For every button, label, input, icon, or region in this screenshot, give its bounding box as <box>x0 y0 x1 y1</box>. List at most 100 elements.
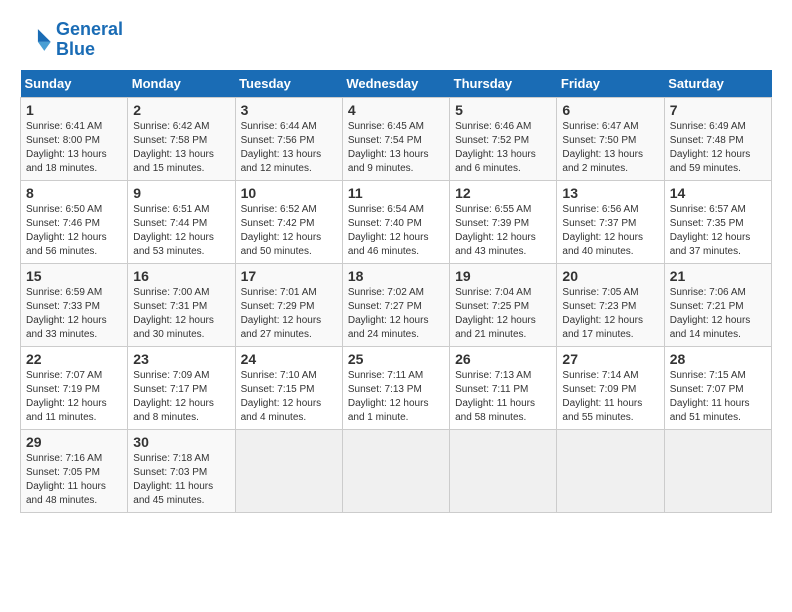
day-info: Sunrise: 6:45 AMSunset: 7:54 PMDaylight:… <box>348 120 444 176</box>
day-info: Sunrise: 7:13 AMSunset: 7:11 PMDaylight:… <box>455 369 551 425</box>
calendar-cell: 7 Sunrise: 6:49 AMSunset: 7:48 PMDayligh… <box>664 97 771 180</box>
calendar-cell: 20 Sunrise: 7:05 AMSunset: 7:23 PMDaylig… <box>557 263 664 346</box>
calendar-cell: 11 Sunrise: 6:54 AMSunset: 7:40 PMDaylig… <box>342 180 449 263</box>
calendar-cell <box>450 429 557 512</box>
day-info: Sunrise: 7:14 AMSunset: 7:09 PMDaylight:… <box>562 369 658 425</box>
day-number: 3 <box>241 102 337 118</box>
day-info: Sunrise: 7:04 AMSunset: 7:25 PMDaylight:… <box>455 286 551 342</box>
day-number: 12 <box>455 185 551 201</box>
day-info: Sunrise: 6:54 AMSunset: 7:40 PMDaylight:… <box>348 203 444 259</box>
calendar-cell: 14 Sunrise: 6:57 AMSunset: 7:35 PMDaylig… <box>664 180 771 263</box>
calendar-week-3: 22 Sunrise: 7:07 AMSunset: 7:19 PMDaylig… <box>21 346 772 429</box>
day-number: 18 <box>348 268 444 284</box>
day-info: Sunrise: 6:47 AMSunset: 7:50 PMDaylight:… <box>562 120 658 176</box>
day-info: Sunrise: 7:06 AMSunset: 7:21 PMDaylight:… <box>670 286 766 342</box>
day-number: 26 <box>455 351 551 367</box>
calendar-body: 1 Sunrise: 6:41 AMSunset: 8:00 PMDayligh… <box>21 97 772 512</box>
calendar-cell: 4 Sunrise: 6:45 AMSunset: 7:54 PMDayligh… <box>342 97 449 180</box>
day-info: Sunrise: 7:05 AMSunset: 7:23 PMDaylight:… <box>562 286 658 342</box>
calendar-cell: 16 Sunrise: 7:00 AMSunset: 7:31 PMDaylig… <box>128 263 235 346</box>
day-number: 8 <box>26 185 122 201</box>
day-number: 15 <box>26 268 122 284</box>
calendar-cell <box>235 429 342 512</box>
calendar-cell: 28 Sunrise: 7:15 AMSunset: 7:07 PMDaylig… <box>664 346 771 429</box>
day-info: Sunrise: 7:15 AMSunset: 7:07 PMDaylight:… <box>670 369 766 425</box>
day-info: Sunrise: 6:46 AMSunset: 7:52 PMDaylight:… <box>455 120 551 176</box>
day-number: 29 <box>26 434 122 450</box>
calendar-cell: 23 Sunrise: 7:09 AMSunset: 7:17 PMDaylig… <box>128 346 235 429</box>
day-info: Sunrise: 7:16 AMSunset: 7:05 PMDaylight:… <box>26 452 122 508</box>
weekday-header-sunday: Sunday <box>21 70 128 98</box>
day-info: Sunrise: 7:09 AMSunset: 7:17 PMDaylight:… <box>133 369 229 425</box>
weekday-header-saturday: Saturday <box>664 70 771 98</box>
day-number: 16 <box>133 268 229 284</box>
day-info: Sunrise: 6:50 AMSunset: 7:46 PMDaylight:… <box>26 203 122 259</box>
calendar-week-0: 1 Sunrise: 6:41 AMSunset: 8:00 PMDayligh… <box>21 97 772 180</box>
calendar-cell <box>557 429 664 512</box>
calendar-cell: 6 Sunrise: 6:47 AMSunset: 7:50 PMDayligh… <box>557 97 664 180</box>
day-number: 21 <box>670 268 766 284</box>
calendar-cell: 19 Sunrise: 7:04 AMSunset: 7:25 PMDaylig… <box>450 263 557 346</box>
calendar-header: SundayMondayTuesdayWednesdayThursdayFrid… <box>21 70 772 98</box>
calendar-cell: 8 Sunrise: 6:50 AMSunset: 7:46 PMDayligh… <box>21 180 128 263</box>
day-number: 30 <box>133 434 229 450</box>
day-info: Sunrise: 7:07 AMSunset: 7:19 PMDaylight:… <box>26 369 122 425</box>
calendar-cell: 24 Sunrise: 7:10 AMSunset: 7:15 PMDaylig… <box>235 346 342 429</box>
calendar-cell: 18 Sunrise: 7:02 AMSunset: 7:27 PMDaylig… <box>342 263 449 346</box>
day-number: 28 <box>670 351 766 367</box>
day-number: 6 <box>562 102 658 118</box>
calendar-table: SundayMondayTuesdayWednesdayThursdayFrid… <box>20 70 772 513</box>
day-info: Sunrise: 7:11 AMSunset: 7:13 PMDaylight:… <box>348 369 444 425</box>
logo-icon <box>20 24 52 56</box>
calendar-cell: 3 Sunrise: 6:44 AMSunset: 7:56 PMDayligh… <box>235 97 342 180</box>
weekday-header-friday: Friday <box>557 70 664 98</box>
day-number: 22 <box>26 351 122 367</box>
day-number: 13 <box>562 185 658 201</box>
calendar-cell: 13 Sunrise: 6:56 AMSunset: 7:37 PMDaylig… <box>557 180 664 263</box>
calendar-cell: 9 Sunrise: 6:51 AMSunset: 7:44 PMDayligh… <box>128 180 235 263</box>
day-number: 20 <box>562 268 658 284</box>
calendar-cell: 29 Sunrise: 7:16 AMSunset: 7:05 PMDaylig… <box>21 429 128 512</box>
logo: General Blue <box>20 20 123 60</box>
calendar-cell: 26 Sunrise: 7:13 AMSunset: 7:11 PMDaylig… <box>450 346 557 429</box>
calendar-cell: 10 Sunrise: 6:52 AMSunset: 7:42 PMDaylig… <box>235 180 342 263</box>
day-number: 23 <box>133 351 229 367</box>
page-header: General Blue <box>20 20 772 60</box>
calendar-week-4: 29 Sunrise: 7:16 AMSunset: 7:05 PMDaylig… <box>21 429 772 512</box>
calendar-cell: 27 Sunrise: 7:14 AMSunset: 7:09 PMDaylig… <box>557 346 664 429</box>
day-info: Sunrise: 6:56 AMSunset: 7:37 PMDaylight:… <box>562 203 658 259</box>
calendar-cell: 21 Sunrise: 7:06 AMSunset: 7:21 PMDaylig… <box>664 263 771 346</box>
day-number: 7 <box>670 102 766 118</box>
weekday-header-tuesday: Tuesday <box>235 70 342 98</box>
day-info: Sunrise: 7:01 AMSunset: 7:29 PMDaylight:… <box>241 286 337 342</box>
day-number: 2 <box>133 102 229 118</box>
calendar-cell: 15 Sunrise: 6:59 AMSunset: 7:33 PMDaylig… <box>21 263 128 346</box>
day-info: Sunrise: 6:59 AMSunset: 7:33 PMDaylight:… <box>26 286 122 342</box>
day-info: Sunrise: 6:51 AMSunset: 7:44 PMDaylight:… <box>133 203 229 259</box>
day-number: 5 <box>455 102 551 118</box>
day-number: 11 <box>348 185 444 201</box>
day-number: 4 <box>348 102 444 118</box>
day-number: 14 <box>670 185 766 201</box>
day-number: 25 <box>348 351 444 367</box>
day-number: 24 <box>241 351 337 367</box>
calendar-cell: 30 Sunrise: 7:18 AMSunset: 7:03 PMDaylig… <box>128 429 235 512</box>
day-info: Sunrise: 7:18 AMSunset: 7:03 PMDaylight:… <box>133 452 229 508</box>
calendar-cell <box>342 429 449 512</box>
day-info: Sunrise: 7:02 AMSunset: 7:27 PMDaylight:… <box>348 286 444 342</box>
calendar-cell <box>664 429 771 512</box>
day-number: 10 <box>241 185 337 201</box>
day-info: Sunrise: 6:57 AMSunset: 7:35 PMDaylight:… <box>670 203 766 259</box>
calendar-cell: 17 Sunrise: 7:01 AMSunset: 7:29 PMDaylig… <box>235 263 342 346</box>
day-info: Sunrise: 7:00 AMSunset: 7:31 PMDaylight:… <box>133 286 229 342</box>
weekday-header-wednesday: Wednesday <box>342 70 449 98</box>
day-info: Sunrise: 6:55 AMSunset: 7:39 PMDaylight:… <box>455 203 551 259</box>
day-info: Sunrise: 6:42 AMSunset: 7:58 PMDaylight:… <box>133 120 229 176</box>
day-number: 27 <box>562 351 658 367</box>
calendar-cell: 2 Sunrise: 6:42 AMSunset: 7:58 PMDayligh… <box>128 97 235 180</box>
calendar-cell: 5 Sunrise: 6:46 AMSunset: 7:52 PMDayligh… <box>450 97 557 180</box>
calendar-week-2: 15 Sunrise: 6:59 AMSunset: 7:33 PMDaylig… <box>21 263 772 346</box>
day-number: 19 <box>455 268 551 284</box>
calendar-cell: 22 Sunrise: 7:07 AMSunset: 7:19 PMDaylig… <box>21 346 128 429</box>
calendar-cell: 1 Sunrise: 6:41 AMSunset: 8:00 PMDayligh… <box>21 97 128 180</box>
